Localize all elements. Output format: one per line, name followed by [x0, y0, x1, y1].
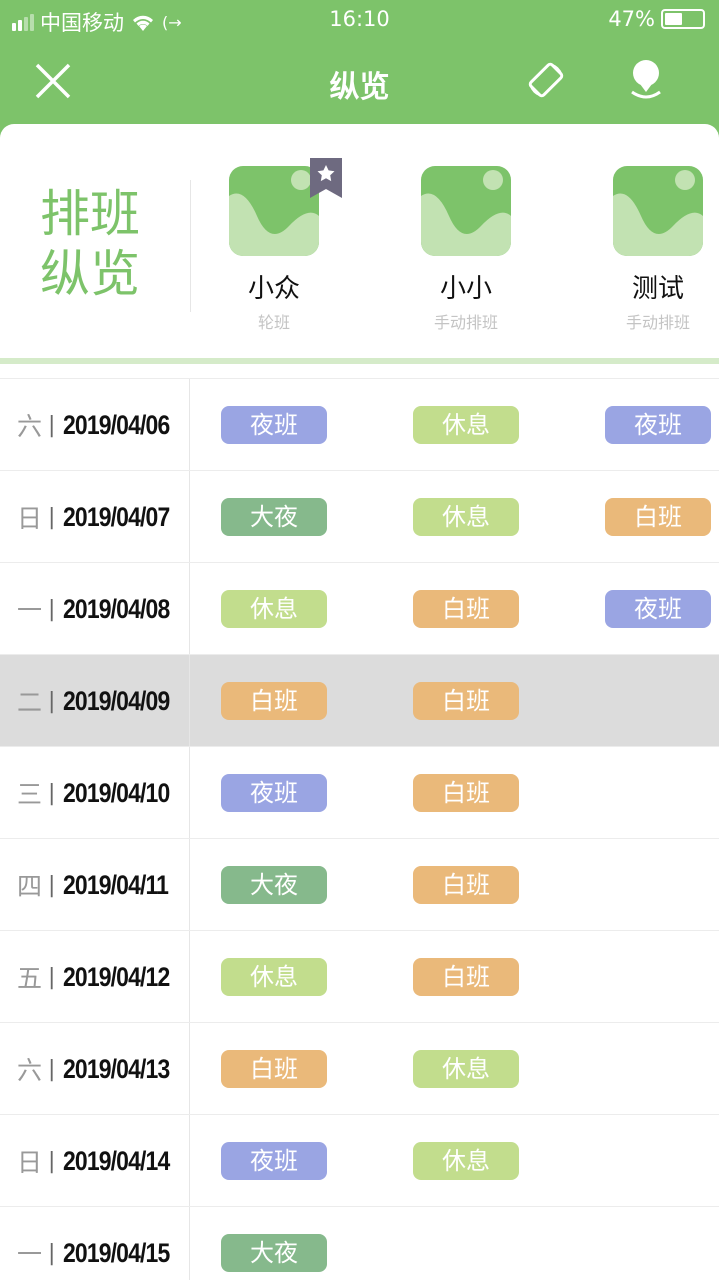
- shift-tag[interactable]: 大夜: [221, 498, 327, 536]
- separator: |: [48, 1240, 56, 1266]
- shift-tag[interactable]: 大夜: [221, 1234, 327, 1272]
- location-pin-icon[interactable]: [628, 58, 664, 102]
- separator: |: [48, 1148, 56, 1174]
- weekday: 二: [16, 688, 42, 717]
- person-schedule-type: 手动排班: [625, 313, 690, 332]
- divider: [190, 180, 191, 312]
- weekday: 五: [16, 964, 42, 993]
- schedule-row[interactable]: 三 | 2019/04/10 夜班 白班: [0, 746, 719, 839]
- avatar-placeholder-icon: [229, 166, 319, 256]
- status-bar: 中国移动 (→ 16:10 47%: [0, 0, 719, 40]
- avatar-placeholder-icon: [421, 166, 511, 256]
- date-cell: 二 | 2019/04/09: [0, 655, 190, 747]
- shift-tag[interactable]: 白班: [413, 774, 519, 812]
- weekday: 六: [16, 412, 42, 441]
- weekday: 四: [16, 872, 42, 901]
- separator: |: [48, 872, 56, 898]
- date: 2019/04/12: [63, 961, 170, 992]
- date: 2019/04/07: [63, 501, 170, 532]
- title-line-2: 纵览: [40, 245, 140, 303]
- date-cell: 一 | 2019/04/15: [0, 1207, 190, 1280]
- date: 2019/04/06: [63, 409, 170, 440]
- person-schedule-type: 手动排班: [433, 313, 498, 332]
- overview-title: 排班 纵览: [40, 184, 152, 304]
- person-column[interactable]: 测试 手动排班: [593, 166, 719, 333]
- date: 2019/04/10: [63, 777, 170, 808]
- date-cell: 六 | 2019/04/13: [0, 1023, 190, 1115]
- schedule-row[interactable]: 四 | 2019/04/11 大夜 白班: [0, 838, 719, 931]
- rotate-screen-icon[interactable]: [526, 60, 566, 100]
- schedule-row[interactable]: 一 | 2019/04/15 大夜: [0, 1206, 719, 1280]
- date: 2019/04/14: [63, 1145, 170, 1176]
- schedule-row[interactable]: 二 | 2019/04/09 白班 白班: [0, 654, 719, 747]
- separator: |: [48, 964, 56, 990]
- date-cell: 日 | 2019/04/07: [0, 471, 190, 563]
- schedule-overview-card: 排班 纵览 小众 轮班 小小 手动排班 测试 手动排班 六 | 2019/04/06 夜…: [0, 124, 719, 1280]
- shift-tag[interactable]: 夜班: [221, 774, 327, 812]
- date-cell: 四 | 2019/04/11: [0, 839, 190, 931]
- shift-tag[interactable]: 白班: [221, 1050, 327, 1088]
- date-cell: 五 | 2019/04/12: [0, 931, 190, 1023]
- separator: |: [48, 504, 56, 530]
- weekday: 三: [16, 780, 42, 809]
- title-line-1: 排班: [40, 185, 140, 243]
- people-header: 排班 纵览 小众 轮班 小小 手动排班 测试 手动排班: [0, 124, 719, 364]
- date-cell: 一 | 2019/04/08: [0, 563, 190, 655]
- date: 2019/04/11: [63, 869, 169, 900]
- shift-tag[interactable]: 白班: [413, 958, 519, 996]
- schedule-row[interactable]: 一 | 2019/04/08 休息 白班 夜班: [0, 562, 719, 655]
- shift-tag[interactable]: 夜班: [605, 406, 711, 444]
- shift-tag[interactable]: 夜班: [221, 406, 327, 444]
- shift-tag[interactable]: 白班: [413, 682, 519, 720]
- date: 2019/04/15: [63, 1237, 170, 1268]
- shift-tag[interactable]: 大夜: [221, 866, 327, 904]
- person-name: 小小: [439, 274, 492, 304]
- shift-tag[interactable]: 夜班: [221, 1142, 327, 1180]
- nav-bar: 纵览: [0, 40, 719, 122]
- separator: |: [48, 596, 56, 622]
- avatar-placeholder-icon: [613, 166, 703, 256]
- shift-tag[interactable]: 白班: [413, 590, 519, 628]
- shift-tag[interactable]: 白班: [221, 682, 327, 720]
- date-cell: 六 | 2019/04/06: [0, 379, 190, 471]
- shift-tag[interactable]: 休息: [221, 590, 327, 628]
- separator: |: [48, 412, 56, 438]
- separator: |: [48, 1056, 56, 1082]
- shift-tag[interactable]: 白班: [413, 866, 519, 904]
- schedule-table: 六 | 2019/04/06 夜班 休息 夜班日 | 2019/04/07 大夜 休息 白班一 | 20…: [0, 378, 719, 1280]
- shift-tag[interactable]: 休息: [221, 958, 327, 996]
- shift-tag[interactable]: 夜班: [605, 590, 711, 628]
- shift-tag[interactable]: 白班: [605, 498, 711, 536]
- weekday: 六: [16, 1056, 42, 1085]
- schedule-row[interactable]: 六 | 2019/04/06 夜班 休息 夜班: [0, 378, 719, 471]
- separator: |: [48, 688, 56, 714]
- weekday: 日: [16, 504, 42, 533]
- date-cell: 三 | 2019/04/10: [0, 747, 190, 839]
- battery-percent: 47%: [608, 7, 655, 31]
- schedule-row[interactable]: 六 | 2019/04/13 白班 休息: [0, 1022, 719, 1115]
- page-title: 纵览: [329, 70, 390, 105]
- shift-tag[interactable]: 休息: [413, 406, 519, 444]
- schedule-row[interactable]: 五 | 2019/04/12 休息 白班: [0, 930, 719, 1023]
- person-name: 测试: [631, 274, 684, 304]
- date: 2019/04/09: [63, 685, 170, 716]
- shift-tag[interactable]: 休息: [413, 498, 519, 536]
- star-bookmark-icon: [310, 158, 342, 198]
- weekday: 日: [16, 1148, 42, 1177]
- date-cell: 日 | 2019/04/14: [0, 1115, 190, 1207]
- weekday: 一: [16, 596, 42, 625]
- schedule-row[interactable]: 日 | 2019/04/07 大夜 休息 白班: [0, 470, 719, 563]
- person-name: 小众: [247, 274, 300, 304]
- shift-tag[interactable]: 休息: [413, 1050, 519, 1088]
- schedule-row[interactable]: 日 | 2019/04/14 夜班 休息: [0, 1114, 719, 1207]
- weekday: 一: [16, 1240, 42, 1269]
- shift-tag[interactable]: 休息: [413, 1142, 519, 1180]
- person-column[interactable]: 小小 手动排班: [401, 166, 531, 333]
- date: 2019/04/08: [63, 593, 170, 624]
- date: 2019/04/13: [63, 1053, 170, 1084]
- person-schedule-type: 轮班: [257, 313, 290, 332]
- separator: |: [48, 780, 56, 806]
- battery-icon: [661, 9, 705, 29]
